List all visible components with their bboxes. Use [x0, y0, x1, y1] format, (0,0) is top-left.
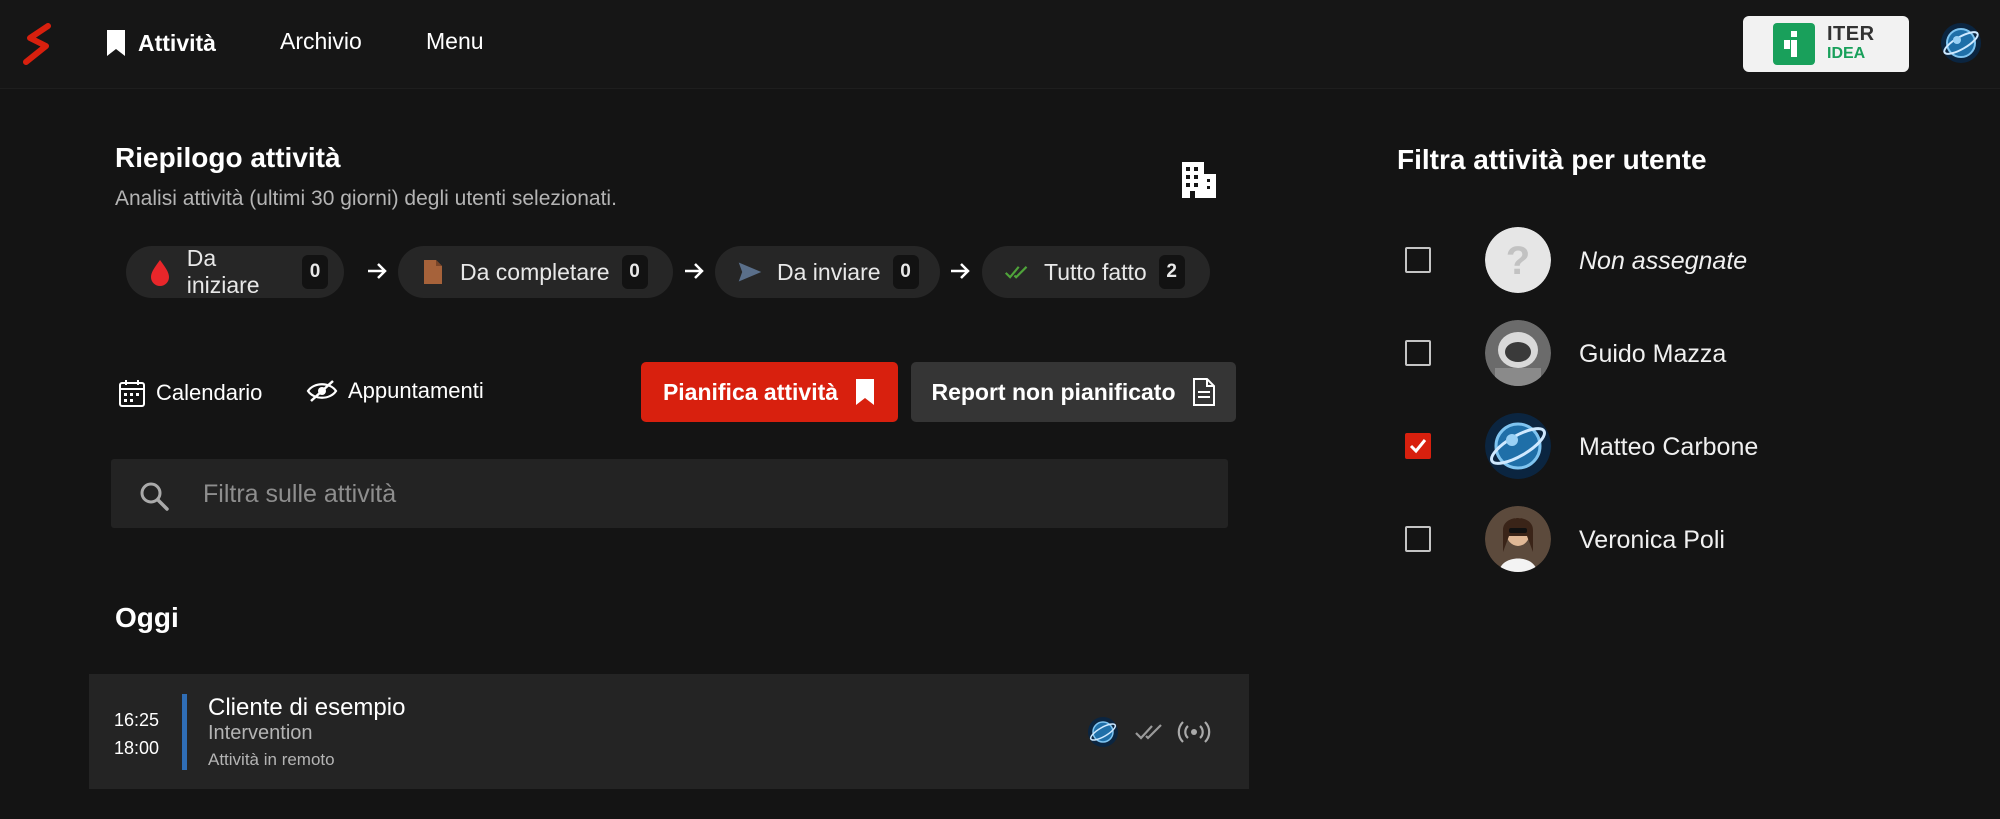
user-filter-row[interactable]: Guido Mazza: [1397, 320, 1937, 390]
activity-note: Attività in remoto: [208, 750, 335, 769]
nav-item-menu[interactable]: Menu: [426, 28, 484, 55]
drop-icon: [148, 258, 173, 286]
remote-signal-icon: [1177, 721, 1211, 743]
bookmark-icon: [856, 379, 875, 405]
nav-item-label: Archivio: [280, 28, 362, 54]
svg-text:?: ?: [1506, 239, 1530, 283]
brand-text: ITER IDEA: [1827, 23, 1875, 63]
activity-type: Intervention: [208, 722, 313, 744]
document-icon: [420, 258, 446, 286]
user-globe-avatar: [1485, 413, 1551, 479]
file-icon: [1192, 378, 1215, 406]
stage-da-iniziare[interactable]: Da iniziare 0: [126, 245, 344, 298]
stage-count: 0: [621, 255, 648, 289]
top-navigation-bar: Attività Archivio Menu ITER IDEA: [0, 0, 2000, 89]
appointments-label: Appuntamenti: [348, 378, 484, 403]
activity-end-time: 18:00: [114, 738, 160, 758]
user-photo-avatar: [1485, 506, 1551, 572]
user-filter-row[interactable]: ? Non assegnate: [1397, 227, 1937, 297]
user-avatar[interactable]: [1940, 22, 1982, 64]
unassigned-avatar: ?: [1485, 227, 1551, 293]
stage-label: Tutto fatto: [1044, 258, 1147, 285]
stage-tutto-fatto[interactable]: Tutto fatto 2: [982, 246, 1210, 298]
stage-da-inviare[interactable]: Da inviare 0: [715, 246, 940, 298]
brand-mark-icon: [1773, 23, 1815, 65]
user-name: Veronica Poli: [1579, 526, 1725, 554]
stage-da-completare[interactable]: Da completare 0: [398, 246, 673, 298]
bookmark-icon: [107, 30, 125, 56]
plan-activity-label: Pianifica attività: [662, 378, 839, 405]
search-input[interactable]: [201, 459, 1205, 530]
nav-item-label: Menu: [426, 28, 484, 54]
arrow-right-icon: [685, 263, 704, 279]
nav-item-archivio[interactable]: Archivio: [280, 28, 362, 55]
user-filter-row[interactable]: Veronica Poli: [1397, 506, 1937, 576]
stage-count: 0: [892, 255, 919, 289]
user-name: Non assegnate: [1579, 247, 1748, 275]
calendar-label: Calendario: [156, 380, 263, 405]
summary-subtitle: Analisi attività (ultimi 30 giorni) degl…: [115, 187, 617, 210]
user-name: Matteo Carbone: [1579, 433, 1759, 461]
double-check-icon: [1135, 724, 1162, 740]
stage-label: Da iniziare: [186, 245, 260, 298]
unplanned-report-label: Report non pianificato: [931, 378, 1176, 405]
search-icon: [140, 482, 169, 511]
stage-label: Da completare: [460, 258, 610, 285]
today-heading: Oggi: [115, 602, 179, 633]
activity-card[interactable]: 16:25 18:00 Cliente di esempio Intervent…: [89, 674, 1249, 789]
filter-title: Filtra attività per utente: [1397, 144, 1707, 175]
activity-client: Cliente di esempio: [208, 694, 406, 721]
user-checkbox[interactable]: [1405, 526, 1431, 552]
nav-item-label: Attività: [138, 29, 216, 56]
appointments-link[interactable]: Appuntamenti: [306, 378, 484, 404]
user-checkbox[interactable]: [1405, 340, 1431, 366]
activity-start-time: 16:25: [114, 710, 160, 730]
user-name: Guido Mazza: [1579, 340, 1727, 368]
stage-label: Da inviare: [777, 258, 881, 285]
user-filter-row[interactable]: Matteo Carbone: [1397, 413, 1937, 483]
user-checkbox[interactable]: [1405, 247, 1431, 273]
calendar-link[interactable]: Calendario: [118, 378, 262, 408]
stage-count: 0: [302, 255, 328, 289]
plan-activity-button[interactable]: Pianifica attività: [641, 362, 898, 422]
brand-line-2: IDEA: [1827, 45, 1866, 62]
checkmark-icon: [1409, 439, 1427, 454]
stage-count: 2: [1158, 255, 1185, 289]
building-icon[interactable]: [1180, 160, 1218, 200]
nav-item-attivita[interactable]: Attività: [104, 28, 216, 58]
activity-search: [111, 459, 1228, 530]
unplanned-report-button[interactable]: Report non pianificato: [911, 362, 1236, 422]
brand-line-1: ITER: [1827, 23, 1875, 45]
send-icon: [737, 258, 763, 286]
eye-slash-icon: [306, 380, 338, 402]
user-checkbox[interactable]: [1405, 433, 1431, 459]
summary-title: Riepilogo attività: [115, 142, 341, 173]
activity-color-bar: [182, 694, 187, 770]
app-logo[interactable]: [18, 22, 58, 66]
company-brand[interactable]: ITER IDEA: [1743, 16, 1909, 72]
arrow-right-icon: [951, 263, 970, 279]
arrow-right-icon: [368, 263, 387, 279]
assignee-avatar-icon: [1088, 717, 1118, 747]
user-photo-avatar: [1485, 320, 1551, 386]
double-check-icon: [1004, 258, 1030, 286]
calendar-icon: [119, 380, 145, 407]
